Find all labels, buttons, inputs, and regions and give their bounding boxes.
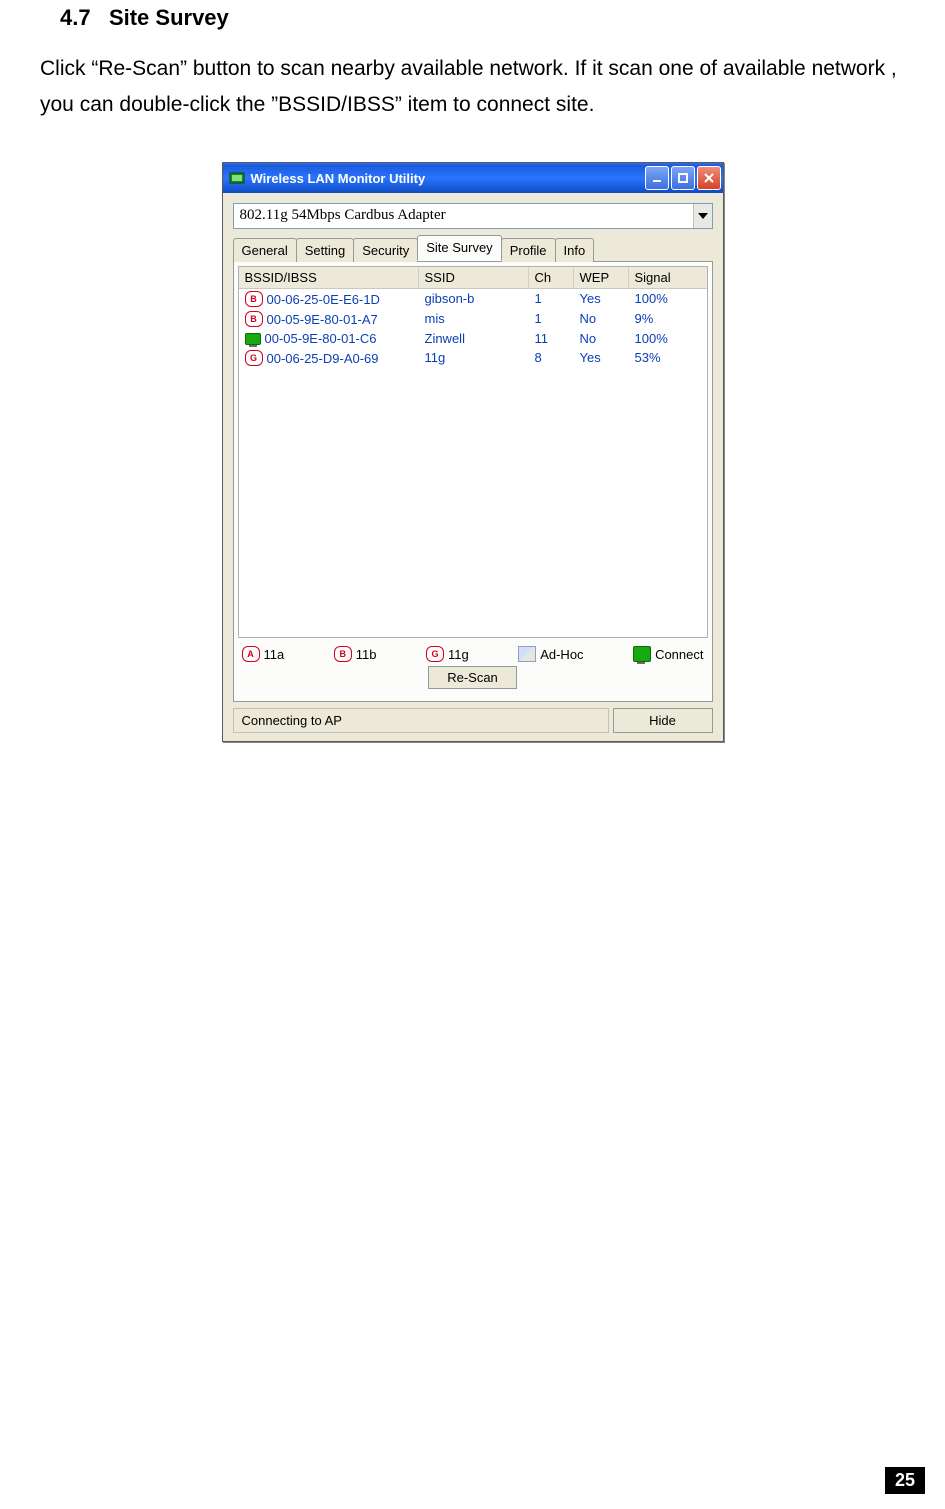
ssid-value: mis — [419, 309, 529, 329]
status-text: Connecting to AP — [233, 708, 609, 733]
wep-value: Yes — [574, 289, 629, 309]
legend-11b: B 11b — [334, 646, 377, 662]
adapter-dropdown[interactable]: 802.11g 54Mbps Cardbus Adapter — [233, 203, 713, 229]
bssid-value: 00-05-9E-80-01-A7 — [267, 312, 378, 327]
legend-11a-label: 11a — [264, 647, 285, 662]
legend-11g-icon: G — [426, 646, 444, 662]
col-header-wep[interactable]: WEP — [574, 267, 629, 288]
signal-value: 100% — [629, 329, 694, 348]
connect-icon — [633, 646, 651, 662]
close-button[interactable] — [697, 166, 721, 190]
legend-connect-label: Connect — [655, 647, 703, 662]
tab-site-survey[interactable]: Site Survey — [417, 235, 501, 261]
legend-11g: G 11g — [426, 646, 469, 662]
network-row[interactable]: G 00-06-25-D9-A0-69 11g8Yes53% — [239, 348, 707, 368]
ch-value: 1 — [529, 289, 574, 309]
legend-11b-icon: B — [334, 646, 352, 662]
window-title: Wireless LAN Monitor Utility — [251, 171, 645, 186]
legend-11g-label: 11g — [448, 647, 469, 662]
network-list: BSSID/IBSS SSID Ch WEP Signal B 00-06-25-… — [238, 266, 708, 638]
signal-value: 100% — [629, 289, 694, 309]
dropdown-arrow-icon[interactable] — [693, 204, 712, 228]
legend-11b-label: 11b — [356, 647, 377, 662]
wep-value: No — [574, 309, 629, 329]
ch-value: 11 — [529, 329, 574, 348]
signal-value: 53% — [629, 348, 694, 368]
network-row[interactable]: B 00-06-25-0E-E6-1D gibson-b1Yes100% — [239, 289, 707, 309]
legend-11a-icon: A — [242, 646, 260, 662]
app-window: Wireless LAN Monitor Utility 802.11g 54M… — [222, 162, 724, 742]
legend-11a: A 11a — [242, 646, 285, 662]
section-title: Site Survey — [109, 5, 229, 30]
titlebar[interactable]: Wireless LAN Monitor Utility — [223, 163, 723, 193]
section-number: 4.7 — [60, 5, 91, 30]
minimize-button[interactable] — [645, 166, 669, 190]
signal-value: 9% — [629, 309, 694, 329]
tab-general[interactable]: General — [233, 238, 297, 262]
col-header-bssid[interactable]: BSSID/IBSS — [239, 267, 419, 288]
list-header: BSSID/IBSS SSID Ch WEP Signal — [239, 267, 707, 289]
legend-connect: Connect — [633, 646, 703, 662]
wep-value: No — [574, 329, 629, 348]
body-text: Click “Re-Scan” button to scan nearby av… — [40, 51, 905, 122]
col-header-signal[interactable]: Signal — [629, 267, 694, 288]
rescan-button[interactable]: Re-Scan — [428, 666, 517, 689]
legend-adhoc: Ad-Hoc — [518, 646, 583, 662]
bssid-value: 00-05-9E-80-01-C6 — [265, 331, 377, 346]
tab-security[interactable]: Security — [353, 238, 418, 262]
section-heading: 4.7 Site Survey — [60, 5, 905, 31]
ssid-value: Zinwell — [419, 329, 529, 348]
network-type-icon: G — [245, 350, 263, 366]
tab-strip: General Setting Security Site Survey Pro… — [233, 237, 713, 261]
ssid-value: 11g — [419, 348, 529, 368]
network-row[interactable]: B 00-05-9E-80-01-A7 mis1No9% — [239, 309, 707, 329]
ch-value: 8 — [529, 348, 574, 368]
page-number: 25 — [885, 1467, 925, 1494]
app-icon — [229, 170, 245, 186]
wep-value: Yes — [574, 348, 629, 368]
adhoc-icon — [518, 646, 536, 662]
hide-button[interactable]: Hide — [613, 708, 713, 733]
maximize-button[interactable] — [671, 166, 695, 190]
network-type-icon: B — [245, 291, 263, 307]
legend-adhoc-label: Ad-Hoc — [540, 647, 583, 662]
tab-setting[interactable]: Setting — [296, 238, 354, 262]
network-type-icon: B — [245, 311, 263, 327]
ssid-value: gibson-b — [419, 289, 529, 309]
site-survey-panel: BSSID/IBSS SSID Ch WEP Signal B 00-06-25-… — [233, 261, 713, 702]
bssid-value: 00-06-25-0E-E6-1D — [267, 292, 380, 307]
col-header-ssid[interactable]: SSID — [419, 267, 529, 288]
network-row[interactable]: 00-05-9E-80-01-C6 Zinwell11No100% — [239, 329, 707, 348]
tab-profile[interactable]: Profile — [501, 238, 556, 262]
legend: A 11a B 11b G 11g Ad-Ho — [238, 638, 708, 664]
bssid-value: 00-06-25-D9-A0-69 — [267, 351, 379, 366]
tab-info[interactable]: Info — [555, 238, 595, 262]
ch-value: 1 — [529, 309, 574, 329]
col-header-ch[interactable]: Ch — [529, 267, 574, 288]
adapter-name: 802.11g 54Mbps Cardbus Adapter — [234, 204, 693, 228]
connect-icon — [245, 333, 261, 345]
